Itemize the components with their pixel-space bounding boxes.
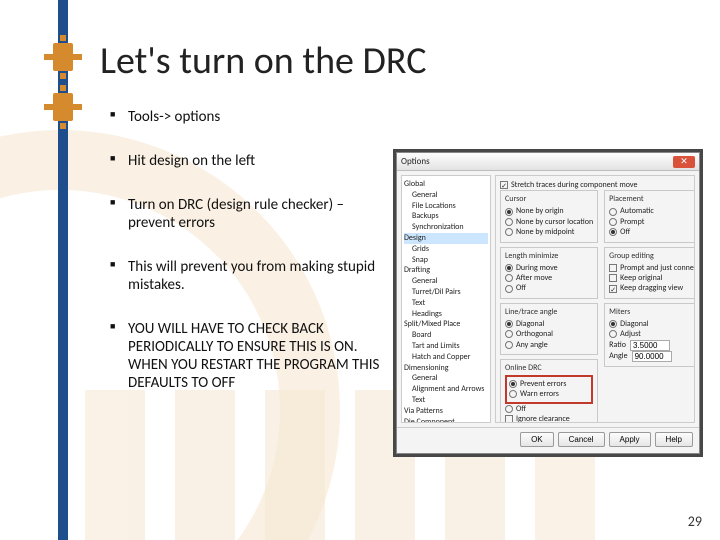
group-title: Placement [609,194,695,204]
dialog-button-row: OK Cancel Apply Help [397,427,699,451]
miter-ratio-label: Ratio [609,340,626,350]
length-minimize-group: Length minimize During move After move O… [500,247,598,299]
tree-node[interactable]: Via Patterns [404,406,488,417]
bullet-item: YOU WILL HAVE TO CHECK BACK PERIODICALLY… [110,320,380,392]
group-title: Online DRC [505,363,593,373]
placement-option[interactable]: Automatic [609,206,695,216]
drc-highlight-box: Prevent errors Warn errors [505,375,593,404]
tree-node[interactable]: Synchronization [404,222,488,233]
group-edit-option[interactable]: Prompt and just connect [609,263,695,273]
cursor-option[interactable]: None by midpoint [505,227,593,237]
ok-button[interactable]: OK [520,432,554,447]
dialog-titlebar: Options ✕ [397,153,699,171]
cursor-option[interactable]: None by cursor location [505,217,593,227]
miter-angle-label: Angle [609,351,627,361]
miter-option[interactable]: Diagonal [609,319,695,329]
placement-option[interactable]: Prompt [609,217,695,227]
miters-group: Miters Diagonal Adjust Ratio Angle [604,303,695,367]
stretch-traces-label: Stretch traces during component move [511,180,637,190]
tree-node[interactable]: Text [404,298,488,309]
miter-angle-input[interactable] [632,351,672,362]
tree-node[interactable]: General [404,190,488,201]
tree-node[interactable]: Turret/Dil Pairs [404,287,488,298]
cancel-button[interactable]: Cancel [558,432,605,447]
group-title: Line/trace angle [505,307,593,317]
bullet-list: Tools-> options Hit design on the left T… [110,108,380,418]
tree-node[interactable]: Dimensioning [404,363,488,374]
length-option[interactable]: During move [505,263,593,273]
tree-node[interactable]: Alignment and Arrows [404,384,488,395]
tree-node[interactable]: Hatch and Copper [404,352,488,363]
options-page-design: Stretch traces during component move Cur… [495,175,695,423]
group-title: Miters [609,307,695,317]
drc-option-warn[interactable]: Warn errors [509,389,589,399]
slide: Let's turn on the DRC Tools-> options Hi… [0,0,720,540]
length-option[interactable]: Off [505,283,593,293]
cursor-group: Cursor None by origin None by cursor loc… [500,190,598,242]
tree-node[interactable]: Text [404,395,488,406]
tree-node[interactable]: General [404,276,488,287]
group-edit-option[interactable]: Keep original [609,273,695,283]
apply-button[interactable]: Apply [609,432,651,447]
tree-node[interactable]: Headings [404,309,488,320]
tree-node[interactable]: File Locations [404,201,488,212]
miter-option[interactable]: Adjust [609,329,695,339]
online-drc-group: Online DRC Prevent errors Warn errors Of… [500,359,598,423]
tree-node[interactable]: Split/Mixed Place [404,319,488,330]
line-angle-option[interactable]: Any angle [505,340,593,350]
tree-node[interactable]: Snap [404,255,488,266]
tree-node[interactable]: Design [404,233,488,244]
line-angle-group: Line/trace angle Diagonal Orthogonal Any… [500,303,598,355]
close-icon[interactable]: ✕ [673,156,695,168]
tree-node[interactable]: Grids [404,244,488,255]
line-angle-option[interactable]: Orthogonal [505,329,593,339]
bullet-item: Tools-> options [110,108,380,126]
group-edit-option[interactable]: Keep dragging view [609,283,695,293]
placement-option[interactable]: Off [609,227,695,237]
tree-node[interactable]: Die Component [404,417,488,423]
tree-node[interactable]: Drafting [404,265,488,276]
line-angle-option[interactable]: Diagonal [505,319,593,329]
drc-option-prevent[interactable]: Prevent errors [509,379,589,389]
length-option[interactable]: After move [505,273,593,283]
help-button[interactable]: Help [655,432,693,447]
cursor-option[interactable]: None by origin [505,206,593,216]
group-title: Cursor [505,194,593,204]
drc-option-off[interactable]: Off [505,404,593,414]
group-editing-group: Group editing Prompt and just connect Ke… [604,247,695,299]
tree-node[interactable]: Global [404,179,488,190]
tree-node[interactable]: Backups [404,211,488,222]
left-rail [58,0,68,540]
options-tree[interactable]: GlobalGeneralFile LocationsBackupsSynchr… [401,175,491,423]
page-number: 29 [688,513,702,530]
bullet-item: This will prevent you from making stupid… [110,258,380,294]
stretch-traces-checkbox[interactable]: Stretch traces during component move [500,180,690,190]
tree-node[interactable]: Board [404,330,488,341]
miter-ratio-input[interactable] [630,340,670,351]
group-title: Length minimize [505,251,593,261]
group-title: Group editing [609,251,695,261]
tree-node[interactable]: General [404,373,488,384]
tree-node[interactable]: Tart and Limits [404,341,488,352]
bullet-item: Turn on DRC (design rule checker) – prev… [110,196,380,232]
dialog-title: Options [401,156,673,167]
bullet-item: Hit design on the left [110,152,380,170]
placement-group: Placement Automatic Prompt Off [604,190,695,242]
slide-title: Let's turn on the DRC [100,38,426,84]
rail-ornament-icon [48,88,78,126]
drc-option-ignore[interactable]: Ignore clearance [505,414,593,423]
options-dialog: Options ✕ GlobalGeneralFile LocationsBac… [396,152,700,454]
rail-ornament-icon [48,38,78,76]
